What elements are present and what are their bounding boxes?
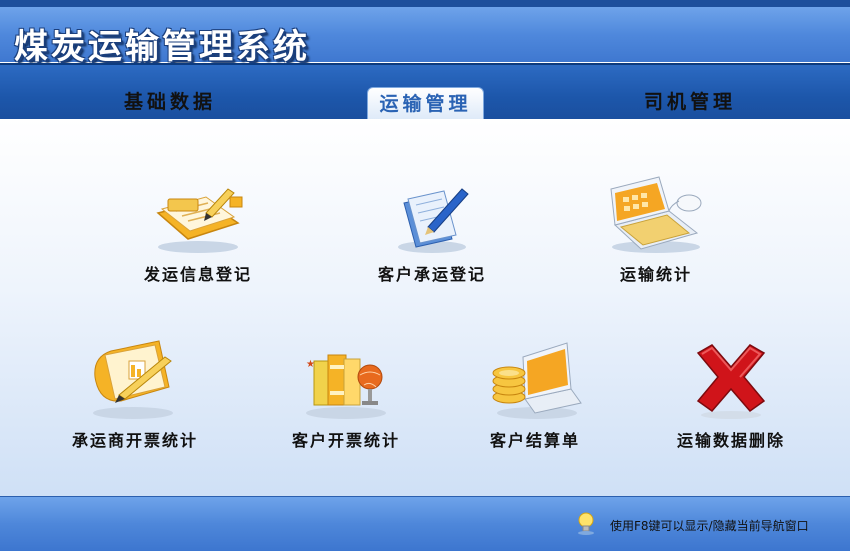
transport-data-delete-button[interactable]: 运输数据删除	[656, 343, 806, 451]
customer-settlement-label: 客户结算单	[489, 431, 580, 450]
carrier-invoice-statistics-label: 承运商开票统计	[71, 431, 198, 450]
red-x-icon	[696, 344, 766, 419]
lightbulb-icon	[576, 511, 596, 539]
main-panel: 发运信息登记 客户承运登记 运输统计 承运商开票统计 ★ 客户开票统计 客户结算…	[0, 119, 850, 496]
transport-statistics-button[interactable]: 运输统计	[586, 175, 726, 285]
customer-settlement-button[interactable]: 客户结算单	[470, 337, 600, 451]
app-title: 煤炭运输管理系统	[14, 27, 310, 67]
tab-bar: 基础数据 运输管理 司机管理	[0, 63, 850, 121]
notepad-pencil-icon	[156, 188, 243, 253]
tab-driver-management-label: 司机管理	[643, 91, 736, 113]
transport-statistics-label: 运输统计	[619, 265, 692, 284]
app-header: 煤炭运输管理系统	[0, 7, 850, 67]
document-chart-icon	[93, 340, 173, 419]
tab-transport-management-label: 运输管理	[379, 93, 472, 115]
tab-transport-management[interactable]: 运输管理	[367, 87, 484, 121]
shipment-register-label: 发运信息登记	[143, 265, 252, 284]
transport-data-delete-label: 运输数据删除	[676, 431, 785, 450]
svg-text:★: ★	[306, 359, 315, 370]
tab-driver-management[interactable]: 司机管理	[600, 85, 780, 119]
f8-toggle-hint: 使用F8键可以显示/隐藏当前导航窗口	[610, 519, 809, 533]
books-globe-icon: ★	[306, 354, 386, 419]
laptop-mouse-icon	[610, 176, 702, 253]
carrier-invoice-statistics-button[interactable]: 承运商开票统计	[60, 337, 210, 451]
customer-carrier-register-label: 客户承运登记	[377, 265, 486, 284]
documents-pen-icon	[398, 188, 469, 253]
top-border	[0, 0, 850, 7]
coins-laptop-icon	[492, 342, 582, 419]
customer-carrier-register-button[interactable]: 客户承运登记	[362, 183, 502, 285]
tab-basic-data-label: 基础数据	[123, 91, 216, 113]
status-bar: 使用F8键可以显示/隐藏当前导航窗口	[0, 496, 850, 551]
customer-invoice-statistics-button[interactable]: ★ 客户开票统计	[276, 341, 416, 451]
tab-basic-data[interactable]: 基础数据	[80, 85, 260, 119]
customer-invoice-statistics-label: 客户开票统计	[291, 431, 400, 450]
shipment-register-button[interactable]: 发运信息登记	[128, 183, 268, 285]
